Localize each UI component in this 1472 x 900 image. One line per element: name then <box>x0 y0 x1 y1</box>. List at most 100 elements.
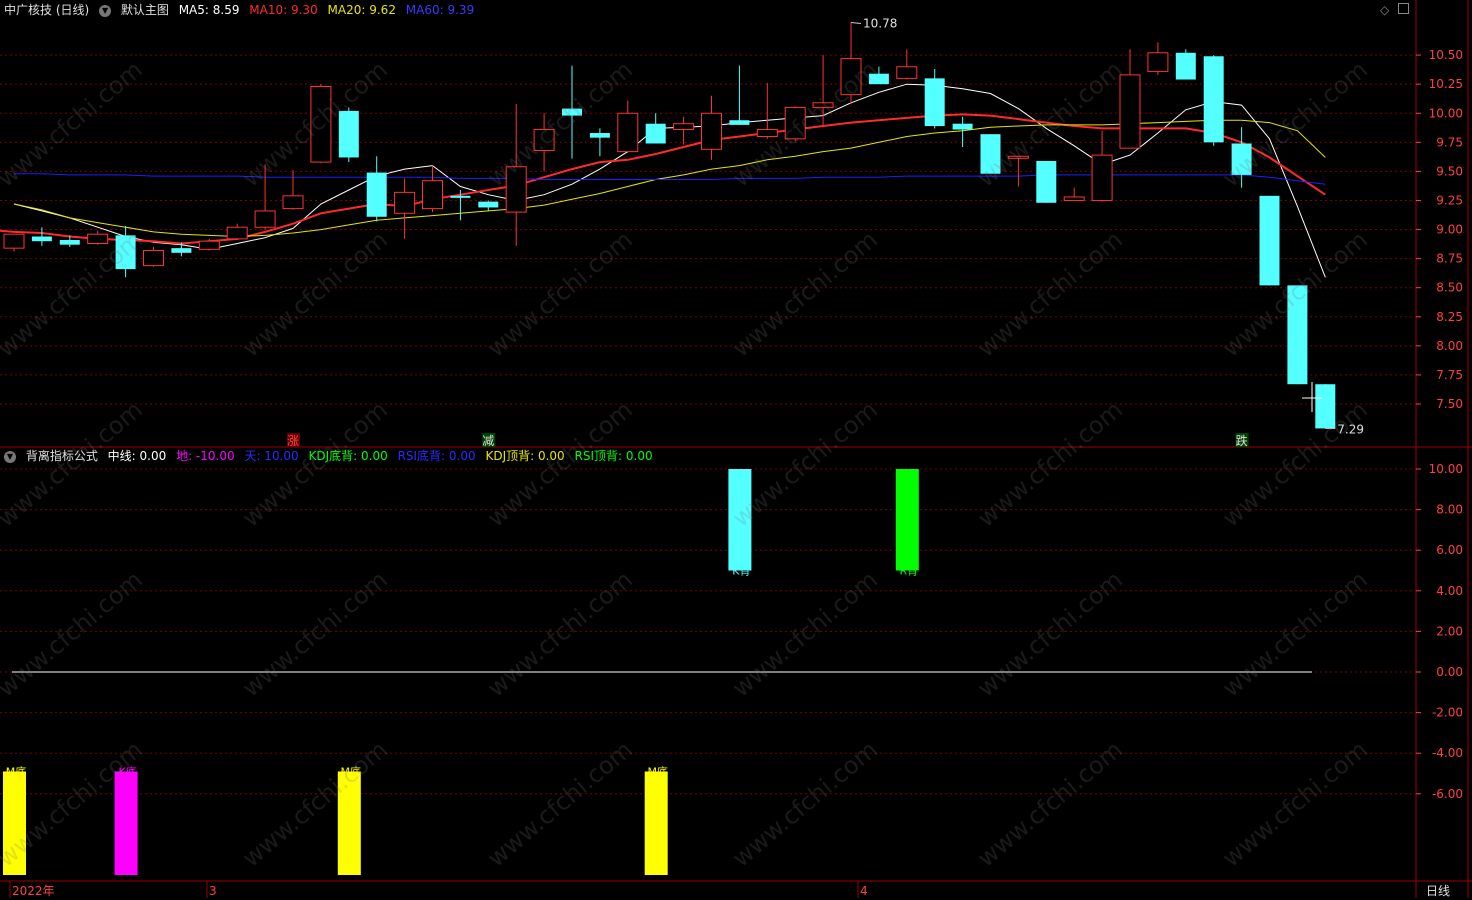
candle <box>31 227 52 246</box>
candle-body <box>1147 52 1169 72</box>
candle <box>478 200 499 211</box>
candle <box>282 170 304 210</box>
candle <box>143 246 164 267</box>
candle-body <box>589 133 610 138</box>
maximize-icon[interactable] <box>1398 3 1409 14</box>
candle <box>1147 42 1169 75</box>
ma60-label: MA60: 9.39 <box>405 3 475 17</box>
candle <box>1175 49 1196 80</box>
kdj-top-label: KDJ顶背: 0.00 <box>485 449 565 463</box>
candle <box>896 49 918 80</box>
candle <box>422 165 443 213</box>
candle <box>1259 195 1280 286</box>
formula-name[interactable]: 背离指标公式 <box>26 449 98 463</box>
candle <box>1203 55 1224 146</box>
x-tick-label: 4 <box>860 884 868 898</box>
candle <box>1315 384 1336 429</box>
candle-body <box>226 226 248 240</box>
candle-body <box>1231 143 1252 175</box>
sub-y-tick-label: 4.00 <box>1436 584 1463 598</box>
ma20-label: MA20: 9.62 <box>327 3 396 17</box>
candle <box>729 65 750 125</box>
stock-title[interactable]: 中广核技 (日线) <box>4 3 89 17</box>
ma10-label: MA10: 9.30 <box>249 3 318 17</box>
candle-body <box>840 58 862 96</box>
candle-body <box>1259 195 1280 286</box>
sub-y-tick-label: -6.00 <box>1432 787 1463 801</box>
template-name[interactable]: 默认主图 <box>121 3 169 17</box>
ma5-label: MA5: 8.59 <box>178 3 240 17</box>
signal-marker: 减 <box>482 434 494 448</box>
sub-y-tick-label: -4.00 <box>1432 746 1463 760</box>
kdj-bottom-label: KDJ底背: 0.00 <box>308 449 388 463</box>
diamond-icon[interactable]: ◇ <box>1380 3 1389 17</box>
rsi-top-label: RSI顶背: 0.00 <box>574 449 653 463</box>
candle-body <box>422 180 443 210</box>
divergence-bar <box>895 469 919 571</box>
candle-body <box>701 112 722 150</box>
candle <box>1287 285 1308 385</box>
main-chart-header: 中广核技 (日线) ▼ 默认主图 MA5: 8.59 MA10: 9.30 MA… <box>4 1 480 19</box>
candle-body <box>812 102 834 108</box>
candle <box>812 55 834 125</box>
y-tick-label: 9.50 <box>1436 164 1463 178</box>
candle-body <box>924 78 945 127</box>
period-label[interactable]: 日线 <box>1426 882 1450 899</box>
sub-y-tick-label: 6.00 <box>1436 543 1463 557</box>
candle-body <box>645 123 666 144</box>
candle <box>784 106 806 142</box>
candle <box>226 223 248 241</box>
candle <box>338 107 359 163</box>
sub-y-tick-label: 0.00 <box>1436 665 1463 679</box>
candle-body <box>1315 384 1336 429</box>
candle-body <box>282 195 304 210</box>
candle-body <box>980 134 1001 174</box>
divergence-bar <box>3 771 26 875</box>
candle-body <box>338 110 359 158</box>
candle-body <box>366 172 387 217</box>
candle <box>673 116 695 145</box>
candle-body <box>952 123 973 130</box>
sub-y-tick-label: 2.00 <box>1436 624 1463 638</box>
divergence-bar <box>728 469 752 571</box>
candle-body <box>3 233 25 249</box>
y-tick-label: 10.50 <box>1429 48 1463 62</box>
indicator-collapse-icon[interactable]: ▼ <box>4 450 16 463</box>
candle-body <box>115 235 136 270</box>
di-label: 地: -10.00 <box>176 449 235 463</box>
candle-body <box>143 249 164 267</box>
y-tick-label: 8.25 <box>1436 310 1463 324</box>
candle-body <box>394 191 416 214</box>
candle-body <box>1175 52 1196 80</box>
candle-body <box>450 195 471 198</box>
candle <box>868 66 889 85</box>
x-tick-label: 2022年 <box>12 884 55 898</box>
candle-body <box>533 129 555 151</box>
candle <box>533 113 555 172</box>
divergence-label: M底 <box>6 764 27 778</box>
candle-body <box>1036 160 1057 203</box>
candle-body <box>673 123 695 131</box>
divergence-label: K底 <box>118 764 136 778</box>
candle-body <box>198 240 220 250</box>
indicator-header: ▼ 背离指标公式 中线: 0.00 地: -10.00 天: 10.00 KDJ… <box>4 447 659 465</box>
divergence-label: M底 <box>341 764 362 778</box>
candle-body <box>1063 196 1085 201</box>
divergence-label: R背 <box>899 564 918 578</box>
candle-body <box>1091 154 1113 201</box>
divergence-label: K背 <box>732 564 750 578</box>
candle-body <box>87 233 109 245</box>
candle-body <box>1007 155 1029 159</box>
candle-body <box>1287 285 1308 385</box>
candle-body <box>310 86 332 163</box>
candle <box>756 83 778 139</box>
y-tick-label: 9.75 <box>1436 135 1463 149</box>
candle <box>701 95 722 160</box>
candle <box>505 103 527 246</box>
candle <box>3 233 25 252</box>
sub-y-tick-label: 8.00 <box>1436 503 1463 517</box>
candle <box>1063 187 1085 201</box>
candle-body <box>59 240 80 245</box>
collapse-icon[interactable]: ▼ <box>99 4 112 17</box>
y-tick-label: 9.25 <box>1436 193 1463 207</box>
